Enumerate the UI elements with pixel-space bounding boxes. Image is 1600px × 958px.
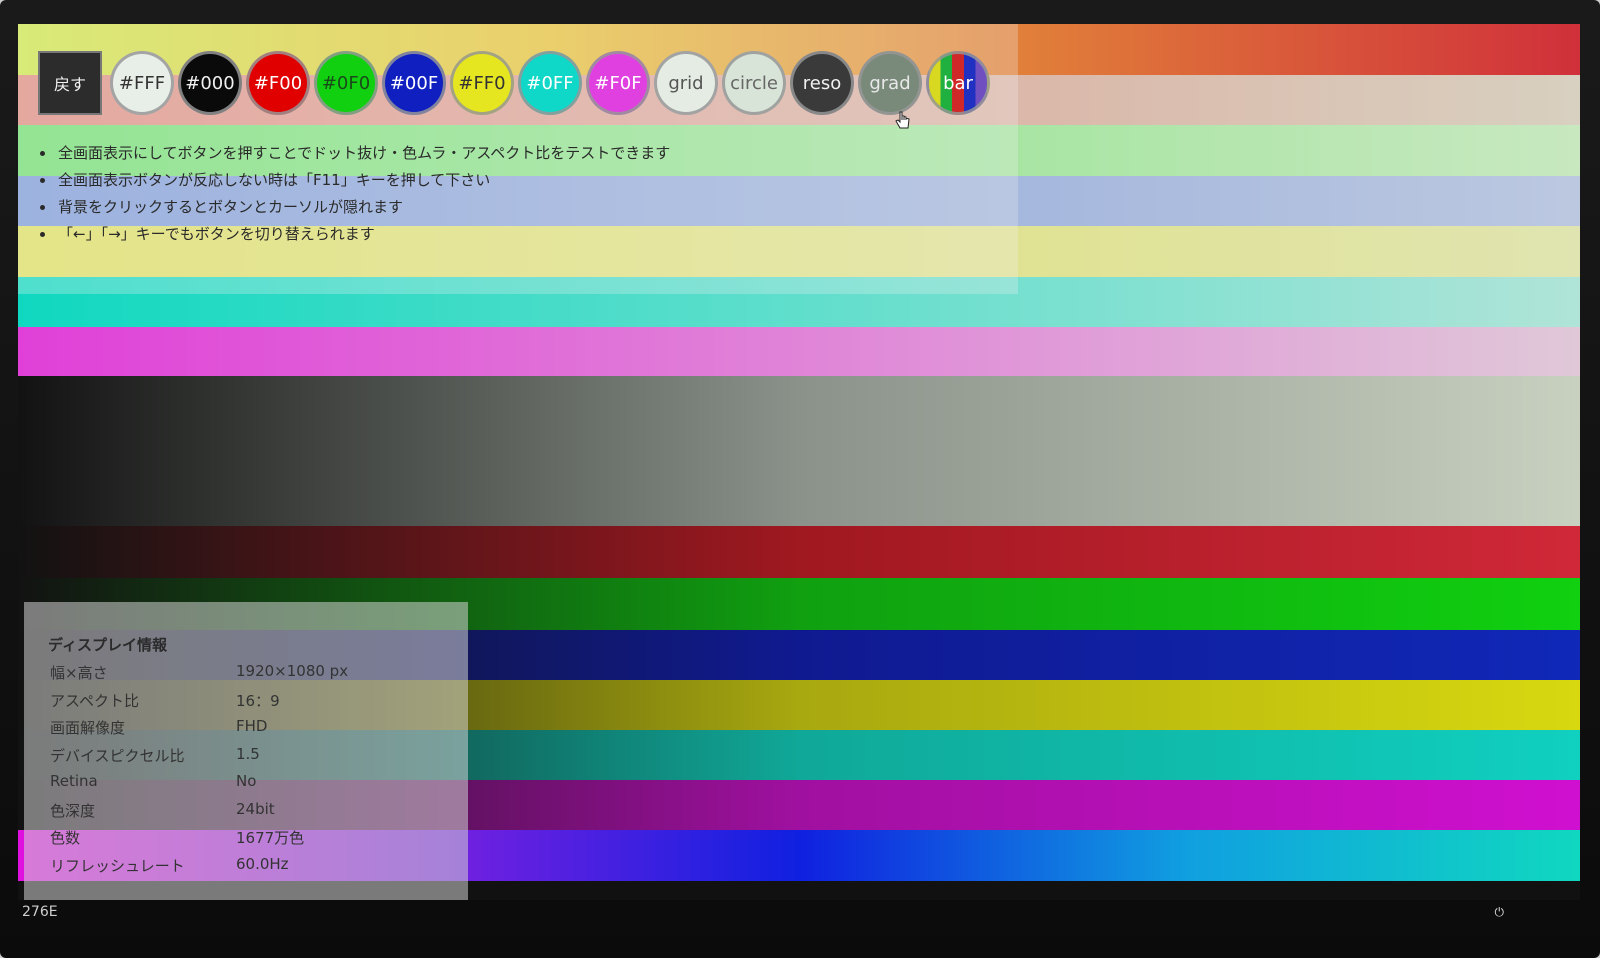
gradient-bar-red-grad — [18, 526, 1580, 579]
display-info-row: リフレッシュレート 60.0Hz — [50, 855, 450, 876]
display-info-value: 60.0Hz — [236, 854, 289, 873]
display-info-value: 1.5 — [236, 744, 260, 763]
color-0ff-button[interactable]: #0FF — [518, 51, 582, 115]
color-00f-button[interactable]: #00F — [382, 51, 446, 115]
display-info-key: 画面解像度 — [50, 719, 126, 737]
power-icon[interactable]: ⏻ — [1495, 905, 1505, 920]
instruction-item: 全画面表示にしてボタンを押すことでドット抜け・色ムラ・アスペクト比をテストできま… — [56, 140, 670, 167]
color-ff0-button[interactable]: #FF0 — [450, 51, 514, 115]
circle-button[interactable]: circle — [722, 51, 786, 115]
hand-cursor-icon — [895, 111, 910, 129]
display-info-row: 幅×高さ 1920×1080 px — [50, 662, 450, 683]
display-info-row: デバイスピクセル比 1.5 — [50, 745, 450, 766]
display-info-value: FHD — [236, 717, 268, 735]
display-info-row: 色数 1677万色 — [50, 827, 450, 848]
display-info-key: 色深度 — [50, 801, 96, 820]
display-info-row: アスペクト比 16：9 — [50, 690, 450, 711]
display-info-title: ディスプレイ情報 — [48, 636, 167, 654]
display-info-value: 24bit — [236, 799, 275, 818]
gradient-bar-gray-grad — [18, 376, 1580, 527]
reso-button[interactable]: reso — [790, 51, 854, 115]
color-0f0-button[interactable]: #0F0 — [314, 51, 378, 115]
instructions-list: 全画面表示にしてボタンを押すことでドット抜け・色ムラ・アスペクト比をテストできま… — [38, 140, 670, 248]
display-info-key: 色数 — [50, 829, 81, 847]
display-info-value: 1920×1080 px — [236, 662, 349, 680]
display-info-value: 1677万色 — [236, 829, 305, 847]
display-info-key: 幅×高さ — [50, 664, 108, 682]
color-000-button[interactable]: #000 — [178, 51, 242, 115]
color-fff-button[interactable]: #FFF — [110, 51, 174, 115]
screen[interactable]: 戻す #FFF #000 #F00 #0F0 #00F #FF0 #0FF #F0F grid c… — [18, 24, 1580, 900]
display-info-panel: ディスプレイ情報 幅×高さ 1920×1080 px アスペクト比 16：9 画面解像度… — [24, 602, 468, 900]
display-info-row: Retina No — [50, 772, 450, 790]
monitor-bezel: 戻す #FFF #000 #F00 #0F0 #00F #FF0 #0FF #F0F grid c… — [0, 0, 1600, 958]
display-info-row: 色深度 24bit — [50, 800, 450, 821]
color-f0f-button[interactable]: #F0F — [586, 51, 650, 115]
bar-button[interactable]: bar — [926, 51, 990, 115]
display-info-key: リフレッシュレート — [50, 856, 185, 875]
monitor-model-label: 276E — [22, 904, 58, 920]
color-bar-magenta-fade — [18, 327, 1580, 379]
instruction-item: 全画面表示ボタンが反応しない時は「F11」キーを押して下さい — [56, 167, 670, 194]
display-info-key: アスペクト比 — [50, 691, 139, 710]
display-info-key: デバイスピクセル比 — [50, 746, 185, 765]
instruction-item: 背景をクリックするとボタンとカーソルが隠れます — [56, 194, 670, 221]
display-info-row: 画面解像度 FHD — [50, 717, 450, 738]
grad-button[interactable]: grad — [858, 51, 922, 115]
display-info-value: No — [236, 772, 257, 790]
color-f00-button[interactable]: #F00 — [246, 51, 310, 115]
instruction-item: 「←」「→」キーでもボタンを切り替えられます — [56, 221, 670, 248]
display-info-key: Retina — [50, 772, 98, 790]
display-info-value: 16：9 — [236, 691, 280, 710]
toolbar: 戻す #FFF #000 #F00 #0F0 #00F #FF0 #0FF #F0F grid c… — [38, 50, 990, 116]
grid-button[interactable]: grid — [654, 51, 718, 115]
back-button[interactable]: 戻す — [38, 51, 102, 115]
